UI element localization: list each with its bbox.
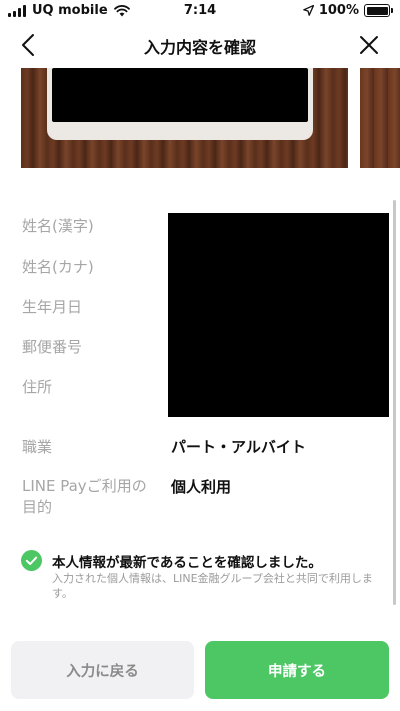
close-icon <box>360 36 378 54</box>
occupation-value: パート・アルバイト <box>171 438 306 456</box>
redacted-personal-info <box>168 213 389 417</box>
status-right: 100% <box>302 3 393 18</box>
confirmation-note: 入力された個人情報は、LINE金融グループ会社と共同で利用します。 <box>52 572 373 600</box>
purpose-label-line1: LINE Payご利用の <box>22 477 147 495</box>
close-button[interactable] <box>354 30 384 60</box>
photo-redacted-area <box>52 68 308 122</box>
confirmation-title[interactable]: 本人情報が最新であることを確認しました。 <box>52 551 322 571</box>
photo-device <box>47 68 313 140</box>
postal-code-label: 郵便番号 <box>22 338 83 356</box>
occupation-label: 職業 <box>22 438 53 456</box>
scrollbar[interactable] <box>393 200 396 605</box>
next-document-photo <box>360 68 400 168</box>
status-bar: UQ mobile 7:14 100% <box>0 0 400 24</box>
checkbox-checked-icon[interactable] <box>21 550 42 571</box>
purpose-label: LINE Payご利用の 目的 <box>22 476 162 518</box>
battery-icon <box>364 4 393 17</box>
header: 入力内容を確認 <box>0 24 400 66</box>
purpose-label-line2: 目的 <box>22 498 53 516</box>
name-kana-label: 姓名(カナ) <box>22 258 94 276</box>
battery-percent: 100% <box>318 3 359 18</box>
name-kanji-label: 姓名(漢字) <box>22 217 94 235</box>
id-document-photo <box>21 68 348 168</box>
address-label: 住所 <box>22 378 53 396</box>
return-to-input-button[interactable]: 入力に戻る <box>11 641 194 699</box>
page-title: 入力内容を確認 <box>143 38 256 57</box>
id-image-carousel[interactable] <box>0 68 400 168</box>
birthdate-label: 生年月日 <box>22 298 83 316</box>
location-arrow-icon <box>302 5 314 16</box>
submit-application-button[interactable]: 申請する <box>205 641 389 699</box>
purpose-value: 個人利用 <box>171 478 232 496</box>
